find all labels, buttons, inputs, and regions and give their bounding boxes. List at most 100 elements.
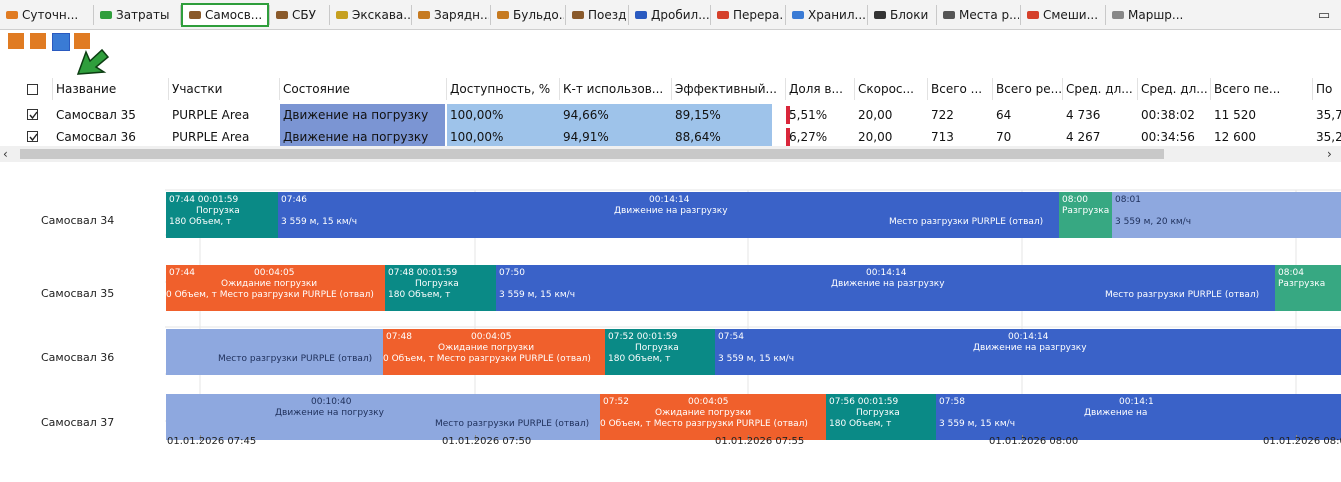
segment-text: Разгрузка: [1062, 206, 1110, 216]
gantt-segment-to-unload[interactable]: 07:58 00:14:1 Движение на 3 559 м, 15 км/ч: [936, 394, 1341, 440]
tab-label: Места р...: [959, 8, 1019, 22]
tab-drill-rig[interactable]: СБУ: [270, 3, 328, 27]
gantt-segment-waiting[interactable]: 07:44 00:04:05 Ожидание погрузки 0 Объем, т…: [166, 265, 385, 311]
gantt-segment-waiting[interactable]: 07:52 00:04:05 Ожидание погрузки 0 Объем, т…: [600, 394, 826, 440]
scroll-left-icon[interactable]: ‹: [3, 146, 8, 162]
table-cell: Движение на погрузку: [280, 126, 445, 148]
tab-train[interactable]: Поезда: [566, 3, 627, 27]
column-divider: [992, 78, 993, 100]
column-divider: [1062, 78, 1063, 100]
tab-mixer[interactable]: Смеши...: [1021, 3, 1104, 27]
gantt-segment-loading[interactable]: 07:44 00:01:59 Погрузка 180 Объем, т: [166, 192, 278, 238]
pointer-arrow-icon: [76, 48, 110, 75]
axis-tick-label: 01.01.2026 07:50: [442, 436, 532, 447]
table-cell: 722: [931, 108, 954, 122]
train-icon: [572, 11, 584, 19]
tab-excavator[interactable]: Экскава...: [330, 3, 410, 27]
scrollbar-thumb[interactable]: [20, 149, 1164, 159]
table-cell: 88,64%: [672, 126, 772, 148]
gantt-segment-loading[interactable]: 07:48 00:01:59 Погрузка 180 Объем, т: [385, 265, 496, 311]
tab-table-grid[interactable]: Суточн...: [0, 3, 92, 27]
table-cell: 20,00: [858, 130, 893, 144]
gantt-segment-waiting[interactable]: 07:48 00:04:05 Ожидание погрузки 0 Объем, т…: [383, 329, 605, 375]
gantt-segment-to-load[interactable]: Место разгрузки PURPLE (отвал): [166, 329, 383, 375]
table-cell: 4 267: [1066, 130, 1101, 144]
gantt-segment-to-load[interactable]: 00:10:40 Движение на погрузку Место разгру…: [166, 394, 600, 440]
horizontal-scrollbar[interactable]: ‹ ›: [0, 146, 1341, 162]
table-cell: PURPLE Area: [172, 130, 250, 144]
tab-storage[interactable]: Хранил...: [786, 3, 866, 27]
tab-dump-truck[interactable]: Самосв...: [181, 3, 269, 27]
tab-route[interactable]: Маршр...: [1106, 3, 1200, 27]
tab-block[interactable]: Блоки: [868, 3, 935, 27]
segment-text: Место разгрузки PURPLE (отвал): [218, 354, 373, 364]
segment-text: Погрузка: [415, 279, 459, 289]
segment-text: 180 Объем, т: [169, 217, 232, 227]
tab-label: Поезда: [588, 8, 627, 22]
bar-chart-icon[interactable]: [30, 33, 46, 49]
column-header[interactable]: Доступность, %: [450, 78, 560, 100]
gantt-segment-unloading[interactable]: 08:04 Разгрузка: [1275, 265, 1341, 311]
segment-text: 0 Объем, т Место разгрузки PURPLE (отвал…: [166, 290, 374, 300]
gantt-segment-to-unload[interactable]: 07:50 00:14:14 Движение на разгрузку 3 559 …: [496, 265, 1275, 311]
segment-text: Движение на разгрузку: [831, 279, 945, 289]
table-view-icon[interactable]: [8, 33, 24, 49]
tab-charger-truck[interactable]: Зарядн...: [412, 3, 489, 27]
column-header[interactable]: Сред. дл...: [1066, 78, 1136, 100]
gantt-segment-to-load[interactable]: 08:01 3 559 м, 20 км/ч: [1112, 192, 1341, 238]
column-header[interactable]: Состояние: [283, 78, 443, 100]
table-cell: 70: [996, 130, 1012, 144]
bulldozer-icon: [497, 11, 509, 19]
segment-text: 180 Объем, т: [608, 354, 671, 364]
tab-bulldozer[interactable]: Бульдо...: [491, 3, 564, 27]
segment-text: Погрузка: [635, 343, 679, 353]
gantt-segment-unloading[interactable]: 08:00 Разгрузка: [1059, 192, 1112, 238]
row-checkbox[interactable]: [27, 131, 38, 142]
column-header[interactable]: Всего пе...: [1214, 78, 1310, 100]
column-header[interactable]: Участки: [172, 78, 277, 100]
table-cell: 94,91%: [560, 126, 672, 148]
column-header[interactable]: Сред. дл...: [1141, 78, 1209, 100]
select-all-checkbox[interactable]: [27, 84, 38, 95]
gantt-segment-to-unload[interactable]: 07:46 00:14:14 Движение на разгрузку 3 559 …: [278, 192, 1059, 238]
segment-text: 00:14:14: [1008, 332, 1049, 342]
column-header[interactable]: Всего ре...: [996, 78, 1062, 100]
gantt-segment-loading[interactable]: 07:56 00:01:59 Погрузка 180 Объем, т: [826, 394, 936, 440]
tab-coins[interactable]: Затраты: [94, 3, 179, 27]
segment-text: 00:14:14: [866, 268, 907, 278]
table-cell: 6,27%: [789, 130, 828, 144]
column-header[interactable]: По: [1316, 78, 1341, 100]
column-header[interactable]: Эффективный...: [675, 78, 785, 100]
column-header[interactable]: Доля в...: [789, 78, 855, 100]
storage-icon: [792, 11, 804, 19]
column-header[interactable]: Всего ...: [931, 78, 991, 100]
gantt-segment-to-unload[interactable]: 07:54 00:14:14 Движение на разгрузку 3 559 …: [715, 329, 1341, 375]
table-cell: 89,15%: [672, 104, 772, 126]
gantt-segment-loading[interactable]: 07:52 00:01:59 Погрузка 180 Объем, т: [605, 329, 715, 375]
checkmark-icon: [29, 133, 38, 142]
column-divider: [52, 78, 53, 100]
gantt-view-icon[interactable]: [52, 33, 70, 51]
minimize-button[interactable]: ▭: [1311, 3, 1337, 27]
column-divider: [279, 78, 280, 100]
segment-text: Погрузка: [856, 408, 900, 418]
column-header[interactable]: Название: [56, 78, 166, 100]
column-divider: [1312, 78, 1313, 100]
charger-truck-icon: [418, 11, 430, 19]
tab-divider: [785, 5, 786, 25]
tab-bar: Суточн... Затраты Самосв... СБУ Экскава... За…: [0, 0, 1341, 30]
column-divider: [168, 78, 169, 100]
tab-unload-place[interactable]: Места р...: [937, 3, 1019, 27]
row-checkbox[interactable]: [27, 109, 38, 120]
column-header[interactable]: Скорос...: [858, 78, 926, 100]
segment-text: 0 Объем, т Место разгрузки PURPLE (отвал…: [600, 419, 808, 429]
segment-text: Движение на: [1084, 408, 1148, 418]
tab-crusher[interactable]: Дробил...: [629, 3, 709, 27]
tab-label: Блоки: [890, 8, 929, 22]
tab-factory[interactable]: Перера...: [711, 3, 784, 27]
column-header[interactable]: К-т использов...: [563, 78, 671, 100]
scroll-right-icon[interactable]: ›: [1327, 146, 1332, 162]
tab-divider: [269, 5, 270, 25]
tab-divider: [411, 5, 412, 25]
column-divider: [1210, 78, 1211, 100]
